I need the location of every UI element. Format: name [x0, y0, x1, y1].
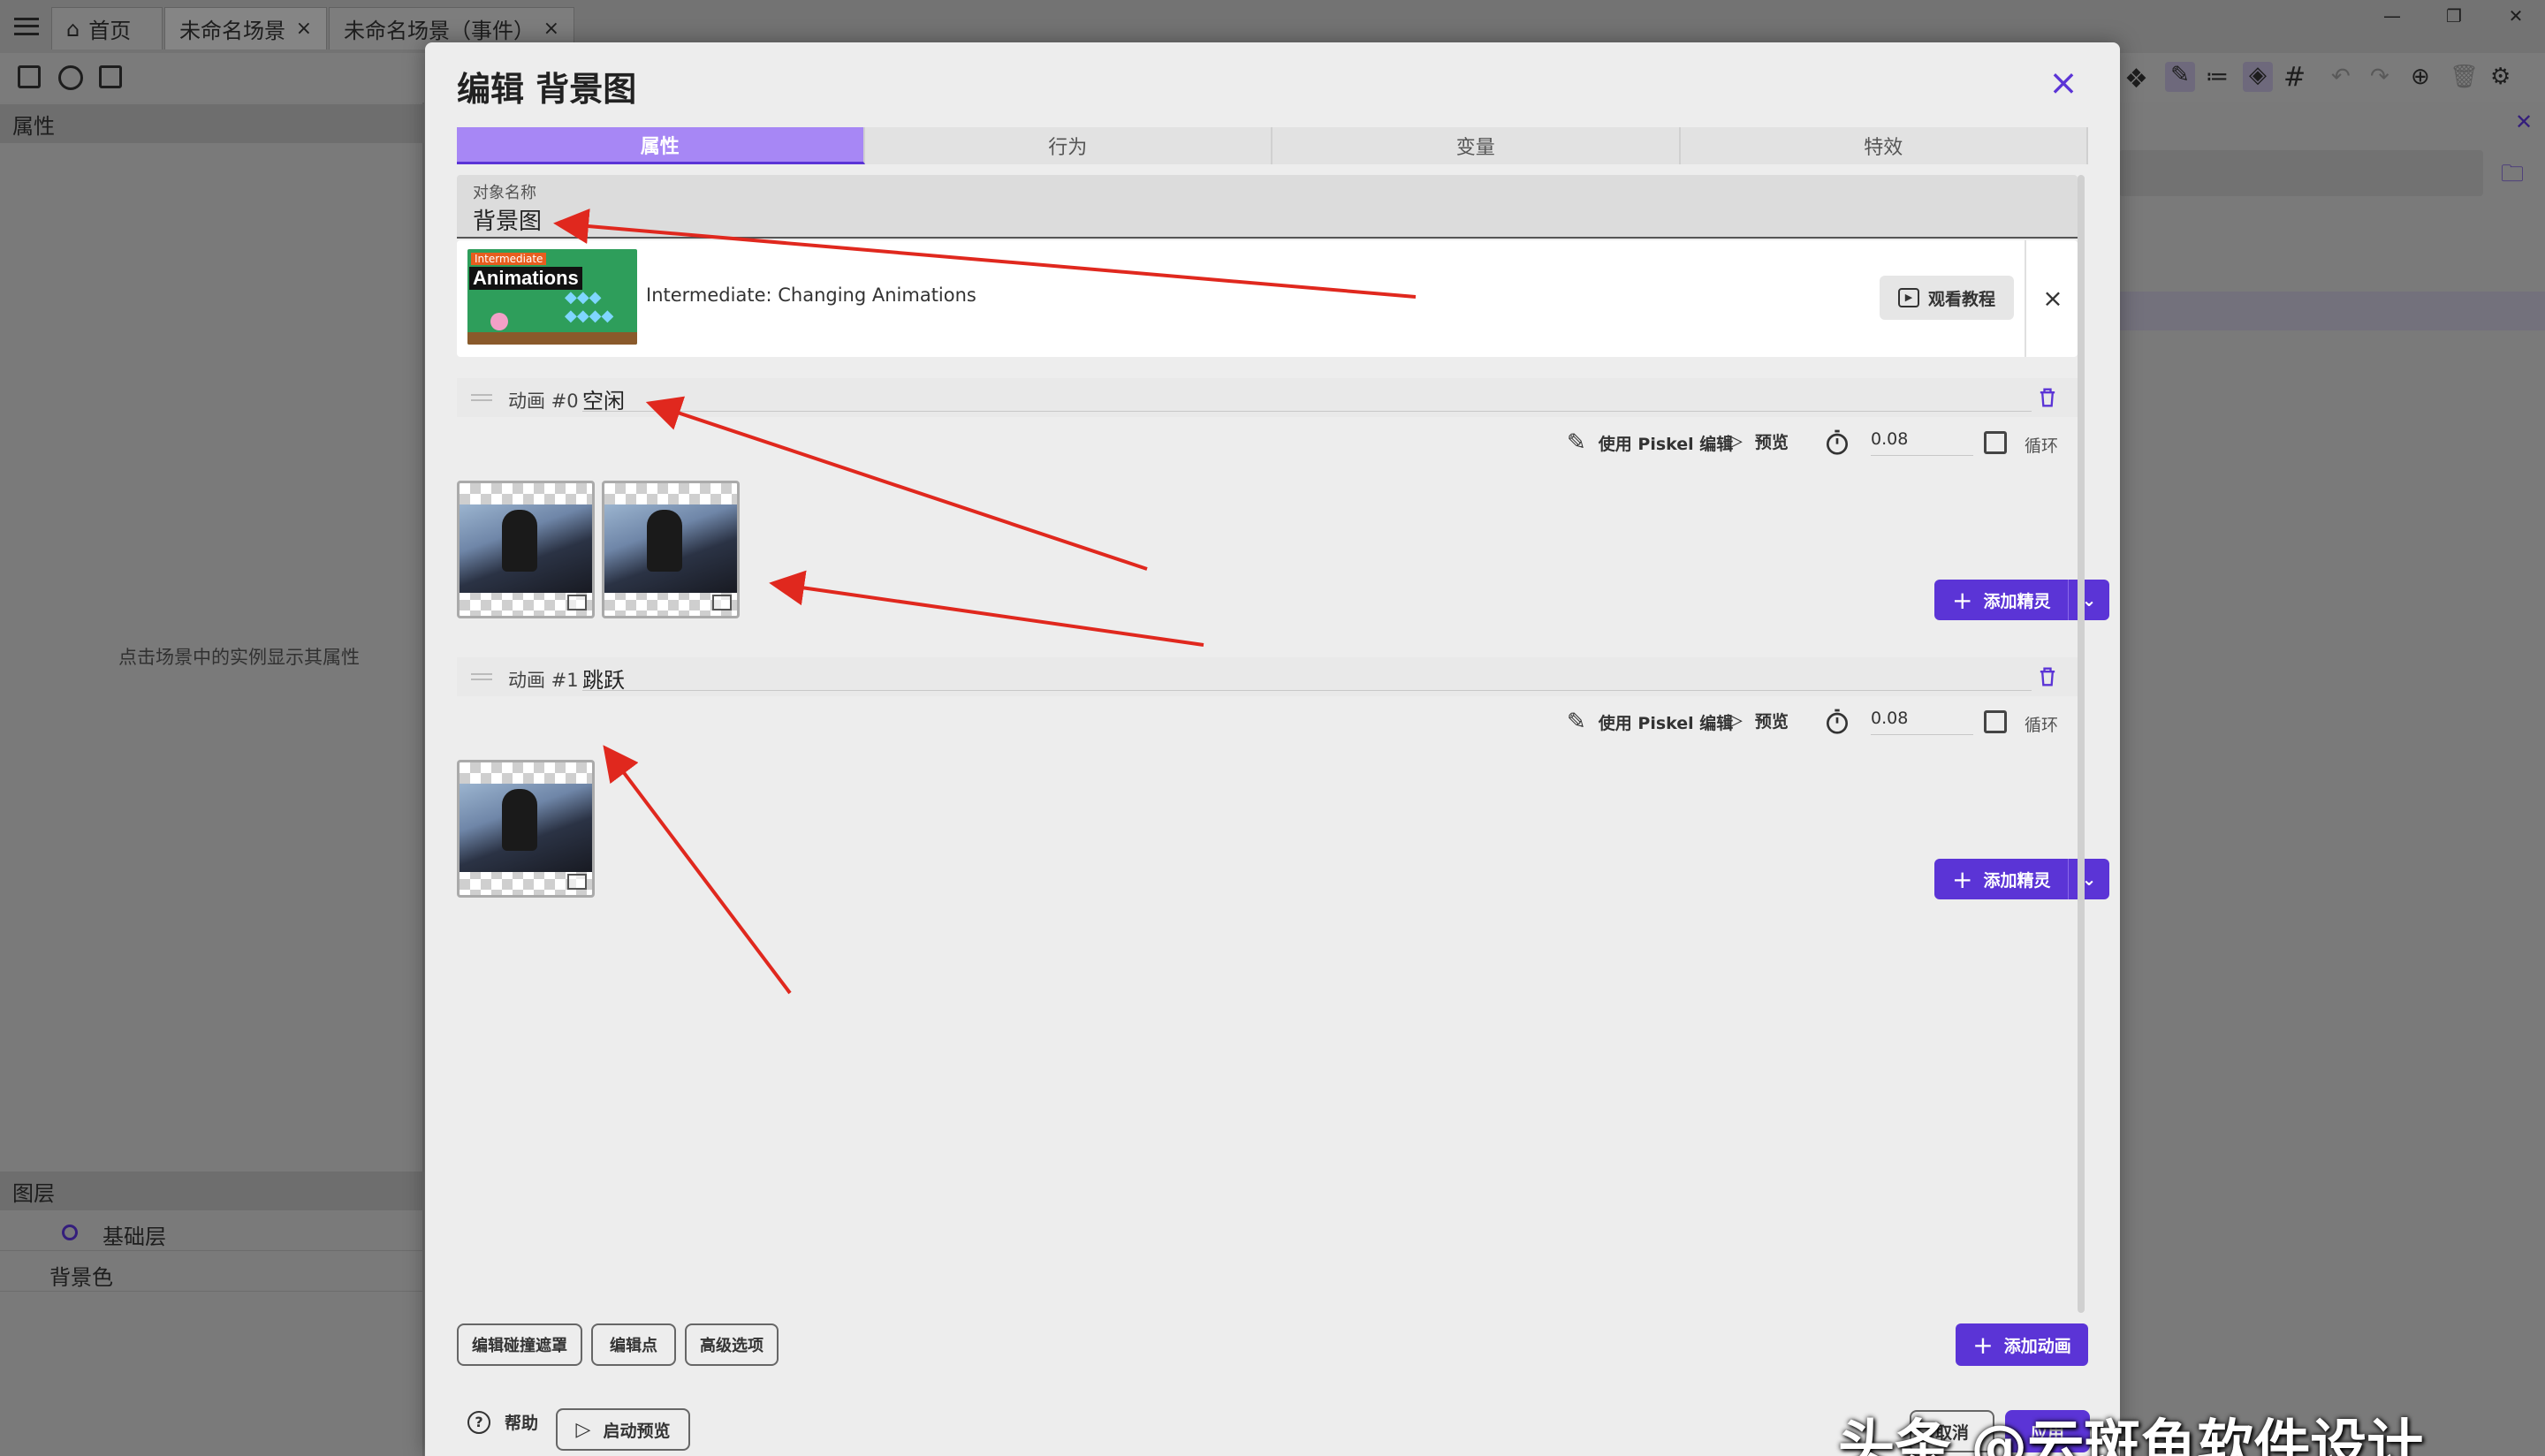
add-animation-button[interactable]: + 添加动画: [1956, 1323, 2088, 1366]
sprite-frame[interactable]: [602, 481, 740, 618]
timer-icon: [1827, 709, 1848, 734]
object-name-field[interactable]: 对象名称 背景图: [457, 175, 2078, 239]
edit-points-button[interactable]: 编辑点: [591, 1323, 676, 1366]
dialog-tabs: 属性 行为 变量 特效: [457, 127, 2088, 164]
plus-icon: +: [1952, 864, 1973, 894]
divider: [2025, 240, 2026, 357]
animation-header: 动画 #0 空闲: [457, 378, 2078, 417]
advanced-options-button[interactable]: 高级选项: [685, 1323, 779, 1366]
frame-options-icon[interactable]: [567, 874, 587, 890]
tutorial-thumbnail[interactable]: Intermediate Animations ◆◆◆ ◆◆◆◆: [467, 249, 637, 345]
animation-controls: ✎ 使用 Piskel 编辑 ▷ 预览 0.08 循环: [457, 696, 2078, 746]
thumbnail-ground: [467, 332, 637, 345]
preview-button[interactable]: ▷ 预览: [1728, 429, 1789, 453]
help-icon: ?: [467, 1410, 490, 1434]
animation-index: 动画 #0: [508, 391, 579, 412]
animation-block: 动画 #0 空闲 ✎ 使用 Piskel 编辑 ▷ 预览 0.08 循环 + 添加…: [457, 378, 2109, 670]
animation-block: 动画 #1 跳跃 ✎ 使用 Piskel 编辑 ▷ 预览 0.08 循环 + 添加…: [457, 657, 2109, 949]
play-icon: ▷: [1728, 709, 1743, 732]
trash-icon[interactable]: [2035, 385, 2060, 410]
chevron-down-icon[interactable]: ⌄: [2069, 589, 2109, 610]
preview-button[interactable]: ▷ 预览: [1728, 709, 1789, 732]
launch-preview-button[interactable]: ▷ 启动预览: [556, 1408, 690, 1451]
plus-icon: +: [1952, 585, 1973, 615]
tutorial-card: Intermediate Animations ◆◆◆ ◆◆◆◆ Intermed…: [457, 240, 2078, 357]
timer-icon: [1827, 429, 1848, 455]
watch-tutorial-button[interactable]: ▶ 观看教程: [1880, 276, 2014, 320]
plus-icon: +: [1972, 1330, 1994, 1360]
scrollbar[interactable]: [2078, 175, 2085, 1313]
loop-checkbox[interactable]: [1984, 710, 2007, 733]
loop-checkbox[interactable]: [1984, 431, 2007, 454]
edit-with-piskel-button[interactable]: ✎ 使用 Piskel 编辑: [1567, 709, 1733, 735]
edit-collision-mask-button[interactable]: 编辑碰撞遮罩: [457, 1323, 582, 1366]
tab-behaviors[interactable]: 行为: [864, 127, 1272, 164]
loop-label: 循环: [2025, 716, 2059, 735]
tutorial-title: Intermediate: Changing Animations: [646, 284, 976, 306]
tab-effects[interactable]: 特效: [1680, 127, 2088, 164]
tab-properties[interactable]: 属性: [457, 127, 865, 164]
thumbnail-tag: Intermediate: [471, 253, 547, 265]
frame-list: [457, 760, 595, 898]
drag-handle-icon[interactable]: [471, 673, 492, 680]
close-tutorial-icon[interactable]: ×: [2035, 281, 2070, 316]
frame-options-icon[interactable]: [567, 595, 587, 610]
frame-options-icon[interactable]: [712, 595, 732, 610]
drag-handle-icon[interactable]: [471, 394, 492, 401]
edit-object-dialog: 编辑 背景图 × 属性 行为 变量 特效 对象名称 背景图 Intermedia…: [425, 42, 2120, 1456]
play-icon: ▷: [575, 1418, 591, 1441]
object-name-label: 对象名称: [473, 184, 536, 202]
play-video-icon: ▶: [1897, 288, 1919, 307]
frame-speed-input[interactable]: 0.08: [1871, 705, 1973, 735]
tab-variables[interactable]: 变量: [1272, 127, 1681, 164]
watermark-text: 头条 @云斑鱼软件设计: [1838, 1414, 2424, 1456]
play-icon: ▷: [1728, 430, 1743, 452]
animation-header: 动画 #1 跳跃: [457, 657, 2078, 696]
pencil-icon: ✎: [1567, 429, 1586, 456]
help-button[interactable]: ? 帮助: [467, 1410, 538, 1434]
dialog-title: 编辑 背景图: [457, 70, 637, 109]
animation-name-input[interactable]: 跳跃: [582, 663, 2032, 693]
sprite-frame[interactable]: [457, 481, 595, 618]
loop-label: 循环: [2025, 436, 2059, 456]
object-name-input[interactable]: 背景图: [473, 203, 542, 236]
frame-list: [457, 481, 740, 618]
chevron-down-icon[interactable]: ⌄: [2069, 868, 2109, 890]
character-icon: [490, 313, 508, 330]
edit-with-piskel-button[interactable]: ✎ 使用 Piskel 编辑: [1567, 429, 1733, 456]
animation-name-input[interactable]: 空闲: [582, 383, 2032, 413]
gem-icon: ◆◆◆ ◆◆◆◆: [565, 288, 614, 325]
pencil-icon: ✎: [1567, 709, 1586, 735]
animation-controls: ✎ 使用 Piskel 编辑 ▷ 预览 0.08 循环: [457, 417, 2078, 466]
thumbnail-title: Animations: [469, 267, 582, 290]
sprite-frame[interactable]: [457, 760, 595, 898]
trash-icon[interactable]: [2035, 664, 2060, 689]
frame-speed-input[interactable]: 0.08: [1871, 426, 1973, 456]
animation-index: 动画 #1: [508, 670, 579, 691]
close-icon[interactable]: ×: [2046, 65, 2081, 101]
